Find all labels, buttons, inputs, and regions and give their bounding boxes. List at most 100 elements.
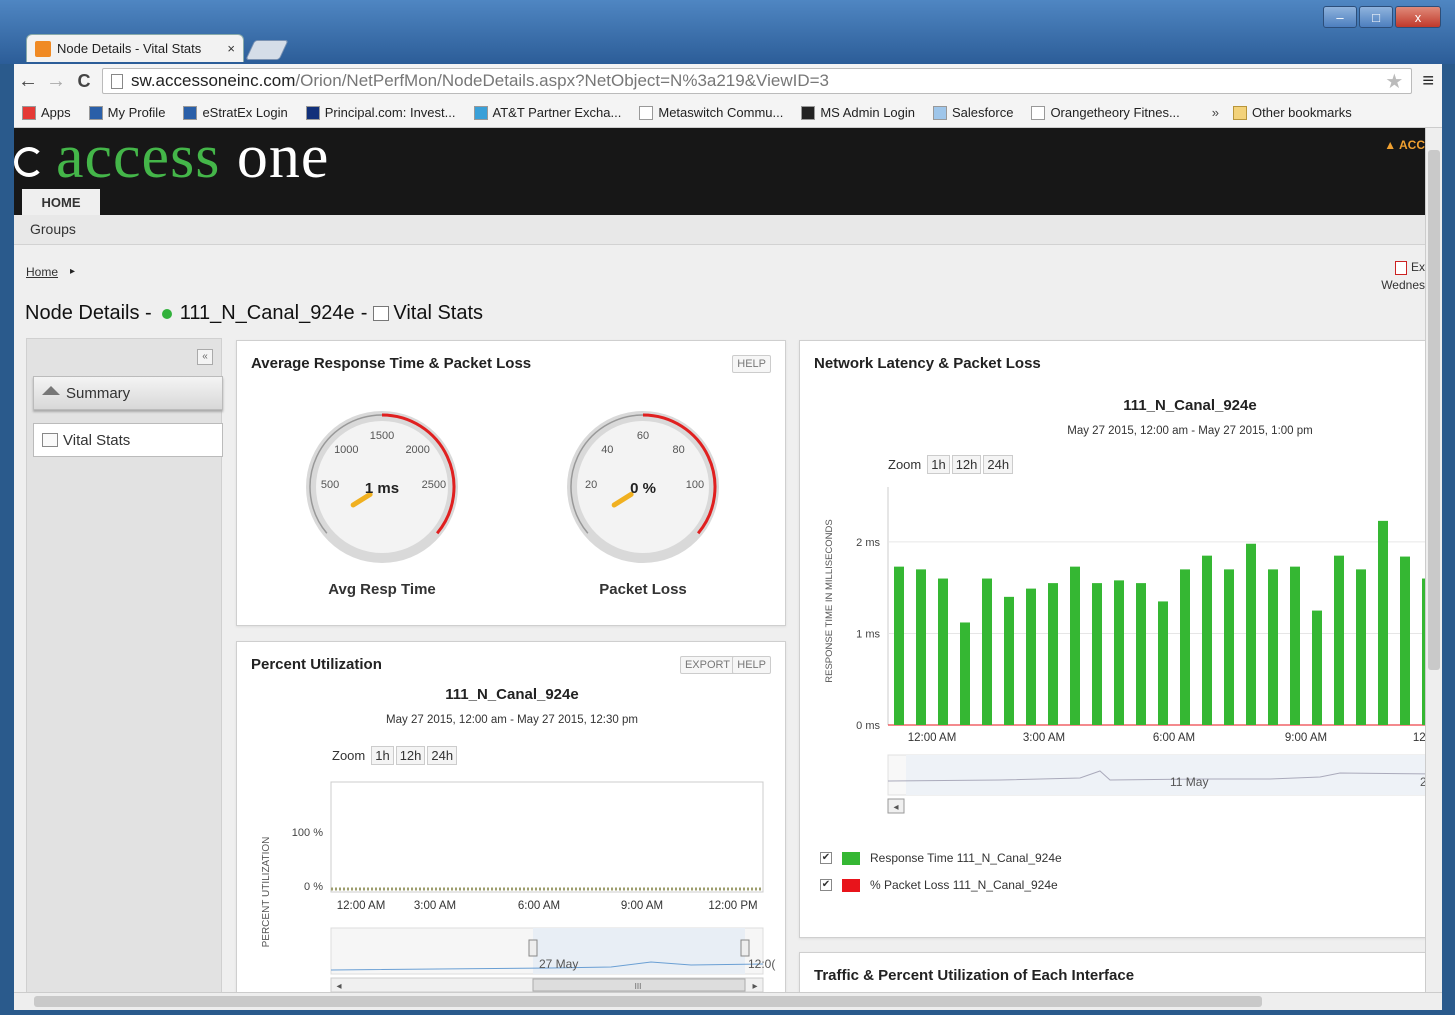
page-title-view: Vital Stats xyxy=(393,302,484,324)
page-horizontal-scrollbar[interactable] xyxy=(14,992,1442,1010)
scroll-thumb[interactable] xyxy=(1428,150,1440,670)
response-time-bar xyxy=(982,578,992,725)
tab-title: Node Details - Vital Stats xyxy=(57,41,202,56)
gauge-tick: 2000 xyxy=(405,444,429,456)
y-axis-label: RESPONSE TIME IN MILLISECONDS xyxy=(824,519,835,682)
scroll-left-icon: ◂ xyxy=(336,981,341,992)
legend-item[interactable]: ✔ Response Time 111_N_Canal_924e xyxy=(820,851,1062,865)
panel-title: Network Latency & Packet Loss xyxy=(814,355,1041,372)
sidebar-item-vital-stats[interactable]: Vital Stats xyxy=(33,423,223,457)
navigator-selection xyxy=(906,755,1425,795)
forward-button[interactable]: → xyxy=(42,70,70,93)
chart-node-name: 111_N_Canal_924e xyxy=(445,686,579,703)
x-tick: 3:00 AM xyxy=(1023,732,1065,744)
address-bar[interactable]: sw.accessoneinc.com/Orion/NetPerfMon/Nod… xyxy=(102,68,1413,94)
zoom-1h-button[interactable]: 1h xyxy=(927,455,950,474)
logo-access-text: access xyxy=(56,128,221,191)
breadcrumb-home[interactable]: Home xyxy=(26,265,58,279)
y-tick: 1 ms xyxy=(856,628,880,640)
subnav-groups[interactable]: Groups xyxy=(30,221,76,237)
response-time-bar xyxy=(916,569,926,725)
new-tab-button[interactable] xyxy=(245,40,289,60)
response-time-bar xyxy=(1048,583,1058,725)
bookmark-label: MS Admin Login xyxy=(820,105,916,120)
percent-utilization-panel: Percent Utilization EXPORT HELP 111_N_Ca… xyxy=(236,641,786,992)
zoom-24h-button[interactable]: 24h xyxy=(983,455,1014,474)
navigator-date: 12:0( xyxy=(748,957,775,971)
att-globe-icon xyxy=(473,105,488,120)
bookmark-item[interactable]: Orangetheory Fitnes... xyxy=(1031,105,1180,120)
legend-swatch xyxy=(842,851,860,865)
help-button[interactable]: HELP xyxy=(732,656,771,674)
zoom-12h-button[interactable]: 12h xyxy=(395,746,426,765)
response-time-bar xyxy=(1312,610,1322,725)
bookmark-label: Apps xyxy=(41,105,71,120)
site-banner: access one ▲ ACC HOME xyxy=(14,128,1425,216)
other-bookmarks[interactable]: Other bookmarks xyxy=(1233,105,1352,120)
url-path: /Orion/NetPerfMon/NodeDetails.aspx?NetOb… xyxy=(295,71,829,90)
packet-loss-gauge: 20 40 60 80 100 0 % xyxy=(567,411,719,563)
bookmark-star-icon[interactable]: ★ xyxy=(1385,69,1403,94)
bookmark-item[interactable]: AT&T Partner Excha... xyxy=(473,105,621,120)
house-icon xyxy=(42,385,60,395)
browser-titlebar: Node Details - Vital Stats × – □ x xyxy=(0,0,1455,64)
scroll-thumb[interactable] xyxy=(34,996,1262,1007)
response-time-bar xyxy=(1158,601,1168,725)
legend-checkbox[interactable]: ✔ xyxy=(820,879,832,891)
y-tick: 0 ms xyxy=(856,720,880,732)
maximize-button[interactable]: □ xyxy=(1359,6,1393,28)
bookmark-item[interactable]: eStratEx Login xyxy=(183,105,288,120)
apps-grid-icon xyxy=(22,105,36,120)
page-title-sep: - xyxy=(360,302,368,324)
tab-home[interactable]: HOME xyxy=(22,189,100,216)
bookmark-item[interactable]: MS Admin Login xyxy=(801,105,915,120)
traffic-panel: Traffic & Percent Utilization of Each In… xyxy=(799,952,1425,992)
legend-checkbox[interactable]: ✔ xyxy=(820,852,832,864)
reload-button[interactable]: C xyxy=(70,71,98,92)
access-one-logo[interactable]: access one xyxy=(14,128,329,193)
logo-one-text: one xyxy=(236,128,330,191)
gauge-tick: 80 xyxy=(673,444,685,456)
page-title-prefix: Node Details - xyxy=(25,302,152,324)
response-time-bar xyxy=(1026,588,1036,725)
menu-icon[interactable]: ≡ xyxy=(1422,70,1434,93)
legend-item[interactable]: ✔ % Packet Loss 111_N_Canal_924e xyxy=(820,878,1058,892)
bookmark-item[interactable]: Principal.com: Invest... xyxy=(305,105,456,120)
latency-bar-chart: RESPONSE TIME IN MILLISECONDS 0 ms 1 ms 2 m… xyxy=(824,487,1425,814)
minimize-button[interactable]: – xyxy=(1323,6,1357,28)
gauge-tick: 500 xyxy=(321,479,339,491)
zoom-12h-button[interactable]: 12h xyxy=(951,455,982,474)
account-link[interactable]: ▲ ACC xyxy=(1384,138,1425,152)
window-close-button[interactable]: x xyxy=(1395,6,1441,28)
bookmark-item[interactable]: Metaswitch Commu... xyxy=(639,105,783,120)
response-time-bar xyxy=(1202,555,1212,725)
window-frame xyxy=(0,1010,1455,1015)
response-time-bar xyxy=(1334,555,1344,725)
x-tick: 12:00 AM xyxy=(908,732,957,744)
bookmark-item[interactable]: Apps xyxy=(22,105,71,120)
bookmark-item[interactable]: Salesforce xyxy=(933,105,1013,120)
bookmarks-overflow-icon[interactable]: » xyxy=(1212,105,1219,120)
export-pdf-link[interactable]: Ex xyxy=(1381,258,1425,276)
browser-tab[interactable]: Node Details - Vital Stats × xyxy=(26,34,244,62)
zoom-24h-button[interactable]: 24h xyxy=(427,746,458,765)
help-button[interactable]: HELP xyxy=(732,355,771,373)
collapse-sidebar-icon[interactable]: « xyxy=(197,349,213,365)
page-icon xyxy=(111,73,123,89)
plot-area xyxy=(330,781,764,893)
site-favicon-icon xyxy=(35,40,51,57)
sidebar-item-label: Summary xyxy=(66,384,131,402)
bookmark-item[interactable]: My Profile xyxy=(88,105,165,120)
sidebar-item-summary[interactable]: Summary xyxy=(33,376,223,410)
zoom-1h-button[interactable]: 1h xyxy=(371,746,394,765)
back-button[interactable]: ← xyxy=(14,70,42,93)
tab-close-icon[interactable]: × xyxy=(227,41,235,56)
export-button[interactable]: EXPORT xyxy=(679,656,735,674)
bookmark-label: Orangetheory Fitnes... xyxy=(1050,105,1180,120)
window-controls: – □ x xyxy=(1323,6,1441,28)
logo-ring-icon xyxy=(14,147,44,177)
node-status-icon xyxy=(161,308,172,319)
x-tick: 6:00 AM xyxy=(1153,732,1195,744)
page-vertical-scrollbar[interactable] xyxy=(1425,128,1442,992)
folder-icon xyxy=(1233,105,1248,120)
